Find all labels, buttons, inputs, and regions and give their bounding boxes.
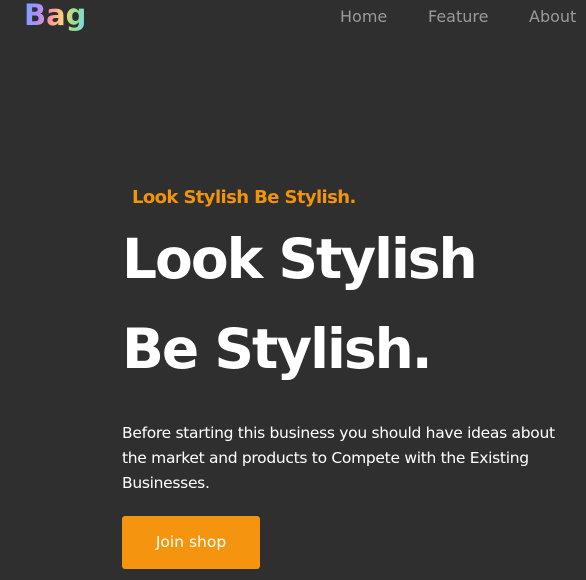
landing-page: Bag Home Feature About Look Stylish Be S… [0,0,586,580]
nav-link-home[interactable]: Home [340,6,387,28]
top-nav: Home Feature About [0,6,586,28]
hero-tagline: Look Stylish Be Stylish. [132,187,356,208]
nav-link-about[interactable]: About [529,6,576,28]
join-shop-button[interactable]: Join shop [122,516,260,569]
nav-link-feature[interactable]: Feature [428,6,488,28]
hero-description: Before starting this business you should… [122,424,555,492]
hero-headline-line-2: Be Stylish. [122,317,433,381]
hero-headline-line-1: Look Stylish [122,227,478,291]
